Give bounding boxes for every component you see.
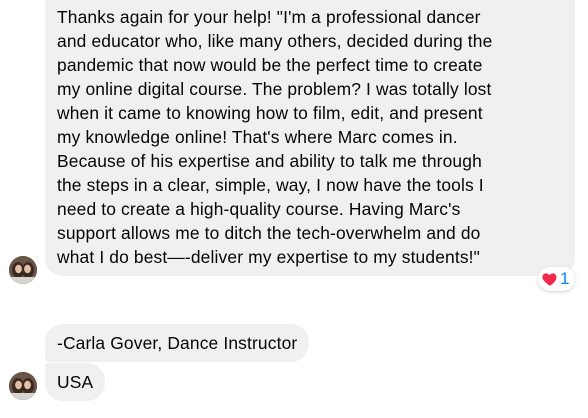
message-line: pandemic that now would be the perfect t… xyxy=(57,55,483,75)
message-line: support allows me to ditch the tech-over… xyxy=(57,223,481,243)
message-line: my knowledge online! That's where Marc c… xyxy=(57,127,458,147)
signature-text: -Carla Gover, Dance Instructor xyxy=(57,332,298,353)
message-line: what I do best—-deliver my expertise to … xyxy=(57,247,480,267)
message-line: Thanks again for your help! "I'm a profe… xyxy=(57,7,481,27)
message-line: the steps in a clear, simple, way, I now… xyxy=(57,175,484,195)
location-text: USA xyxy=(57,371,94,392)
avatar-photo-icon xyxy=(9,372,37,400)
message-line: my online digital course. The problem? I… xyxy=(57,79,492,99)
message-line: and educator who, like many others, deci… xyxy=(57,31,493,51)
sender-avatar[interactable] xyxy=(9,372,37,400)
message-line: when it came to knowing how to film, edi… xyxy=(57,103,483,123)
reaction-count: 1 xyxy=(560,269,570,288)
sender-avatar[interactable] xyxy=(9,256,37,284)
signature-bubble[interactable]: -Carla Gover, Dance Instructor xyxy=(45,324,310,362)
message-line: need to create a high-quality course. Ha… xyxy=(57,199,461,219)
message-text: Thanks again for your help! "I'm a profe… xyxy=(57,5,565,269)
reaction-badge[interactable]: 1 xyxy=(538,267,576,291)
avatar-photo-icon xyxy=(9,256,37,284)
message-line: Because of his expertise and ability to … xyxy=(57,151,482,171)
message-bubble[interactable]: Thanks again for your help! "I'm a profe… xyxy=(45,0,575,276)
location-bubble[interactable]: USA xyxy=(45,363,106,401)
heart-icon xyxy=(542,273,557,286)
